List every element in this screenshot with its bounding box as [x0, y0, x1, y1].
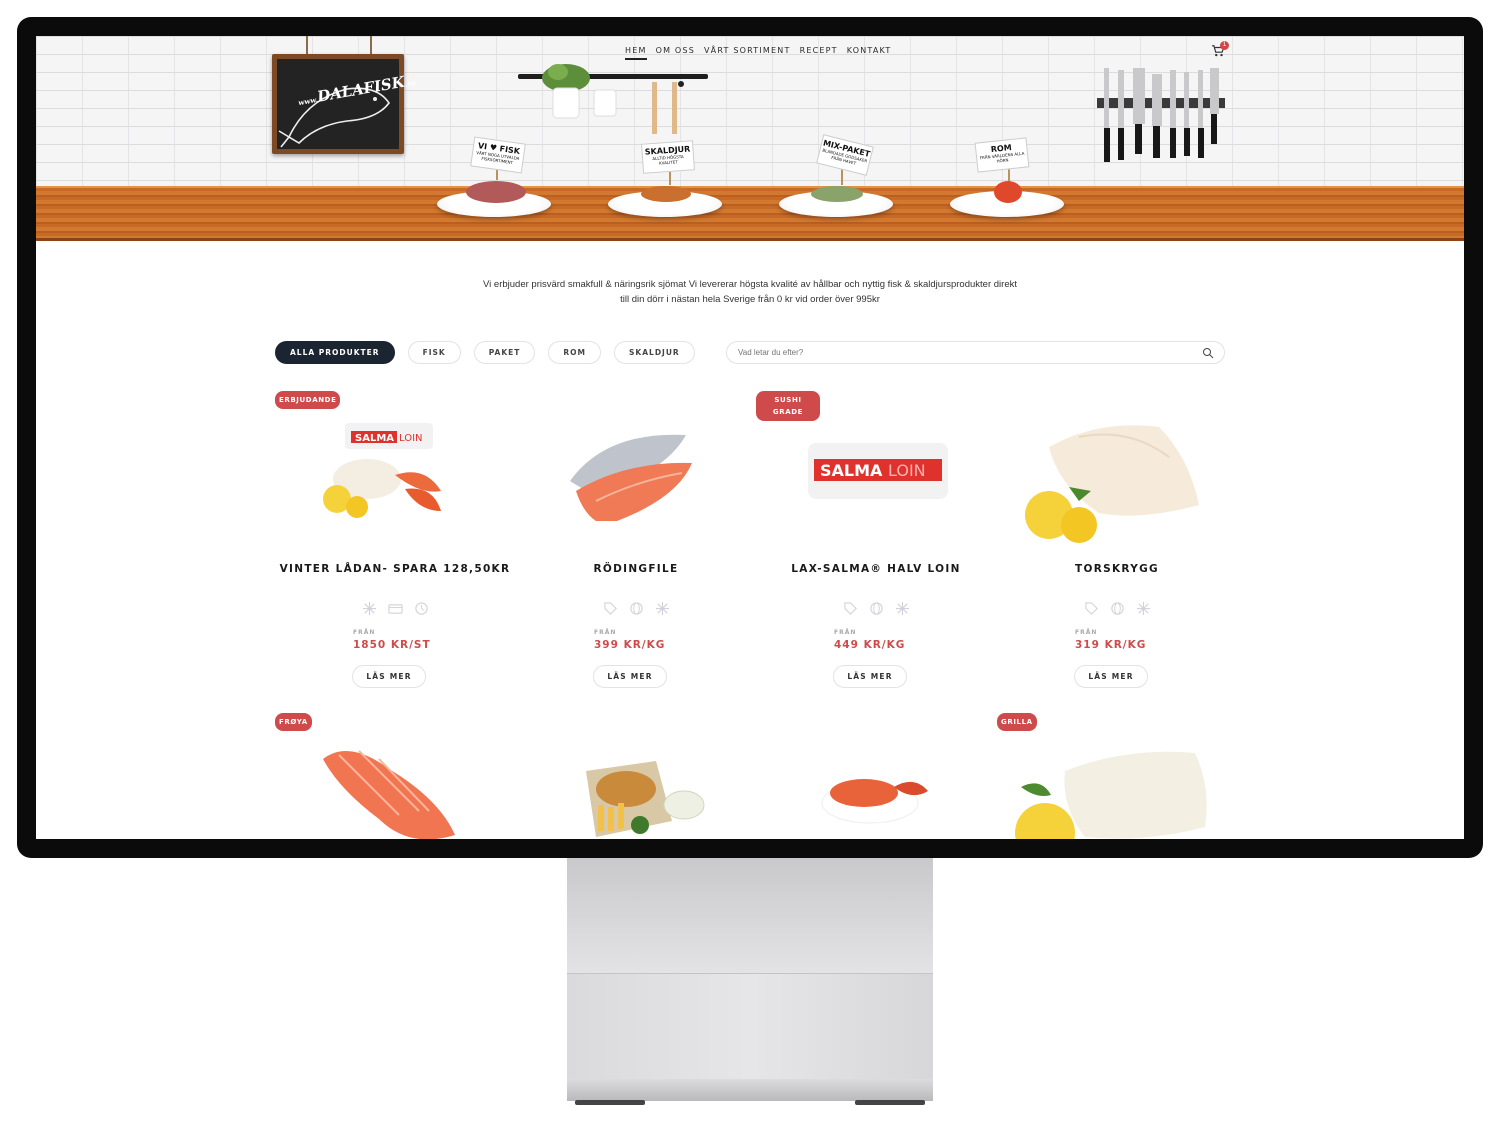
knives-icon — [1104, 68, 1219, 162]
read-more-button[interactable]: LÄS MER — [833, 665, 907, 688]
stand-edge — [567, 1079, 933, 1101]
read-more-button[interactable]: LÄS MER — [1074, 665, 1148, 688]
tag-icon — [1084, 601, 1099, 616]
fish-dish — [466, 181, 526, 203]
monitor-stand-neck — [567, 858, 933, 973]
nav-item-vart-sortiment[interactable]: VÅRT SORTIMENT — [704, 46, 791, 60]
product-image-rodingfile — [570, 434, 692, 521]
search-icon[interactable] — [1202, 347, 1214, 359]
product-feature-icons — [275, 601, 515, 616]
product-image-grill-fish — [1015, 751, 1207, 839]
product-feature-icons — [997, 601, 1237, 616]
clock-icon — [414, 601, 429, 616]
filter-rom[interactable]: ROM — [548, 341, 602, 364]
intro-line-1: Vi erbjuder prisvärd smakfull & näringsr… — [483, 279, 1017, 290]
product-image-salmon-loin — [323, 750, 455, 839]
wooden-counter — [36, 188, 1464, 241]
intro-text: Vi erbjuder prisvärd smakfull & näringsr… — [36, 277, 1464, 307]
intro-line-2: till din dörr i nästan hela Sverige från… — [620, 294, 880, 305]
product-image-shrimp-bowl — [821, 779, 928, 824]
globe-icon — [1110, 601, 1125, 616]
tag-icon — [843, 601, 858, 616]
product-title[interactable]: LAX-SALMA® HALV LOIN — [756, 563, 996, 575]
main-navigation: HEM OM OSS VÅRT SORTIMENT RECEPT KONTAKT — [625, 46, 891, 60]
nav-item-kontakt[interactable]: KONTAKT — [847, 46, 892, 60]
product-title[interactable]: RÖDINGFILE — [516, 563, 756, 575]
sign-fisk: VI ♥ FISK VÅRT NOGA UTVALDA FISKSORTIMENT — [470, 136, 526, 174]
product-title[interactable]: TORSKRYGG — [997, 563, 1237, 575]
globe-icon — [629, 601, 644, 616]
chalkboard-logo[interactable]: www.DALAFISK.se — [272, 54, 416, 154]
sign-subtitle: FRÅN VÄRLDENS ALLA HÖRN — [979, 150, 1025, 164]
browser-viewport: HEM OM OSS VÅRT SORTIMENT RECEPT KONTAKT… — [36, 36, 1464, 839]
search-bar — [726, 341, 1225, 364]
nav-item-recept[interactable]: RECEPT — [800, 46, 838, 60]
product-badge: SUSHI GRADE — [756, 391, 820, 421]
ladle-icon — [652, 81, 684, 134]
mixed-dish — [811, 186, 863, 202]
cart-count-badge: 1 — [1220, 41, 1229, 50]
package-label: SALMA — [820, 461, 883, 480]
product-badge: ERBJUDANDE — [275, 391, 341, 409]
roe-dish — [994, 181, 1022, 203]
snowflake-icon — [895, 601, 910, 616]
logo-rope — [306, 36, 308, 56]
nav-item-om-oss[interactable]: OM OSS — [656, 46, 695, 60]
price-from-label: FRÅN — [1075, 629, 1098, 636]
filter-alla-produkter[interactable]: ALLA PRODUKTER — [275, 341, 395, 364]
product-price: 319 KR/KG — [1075, 639, 1147, 651]
product-price: 449 KR/KG — [834, 639, 906, 651]
category-filters: ALLA PRODUKTER FISK PAKET ROM SKALDJUR — [275, 341, 695, 364]
nav-item-hem[interactable]: HEM — [625, 46, 647, 60]
package-label-sub: LOIN — [399, 433, 423, 444]
stand-foot — [855, 1100, 925, 1105]
snowflake-icon — [362, 601, 377, 616]
product-price: 399 KR/KG — [594, 639, 666, 651]
package-label: SALMA — [355, 433, 394, 444]
filter-skaldjur[interactable]: SKALDJUR — [614, 341, 695, 364]
filter-paket[interactable]: PAKET — [473, 341, 536, 364]
logo-prefix: www. — [297, 94, 319, 108]
sign-mix-paket: MIX-PAKET BLANDADE GODSAKER FRÅN HAVET — [816, 134, 874, 176]
snowflake-icon — [655, 601, 670, 616]
hanging-pot-icon — [593, 89, 617, 117]
product-badge: GRILLA — [997, 713, 1037, 731]
price-from-label: FRÅN — [594, 629, 617, 636]
globe-icon — [869, 601, 884, 616]
read-more-button[interactable]: LÄS MER — [593, 665, 667, 688]
package-label-sub: LOIN — [888, 461, 926, 480]
snowflake-icon — [1136, 601, 1151, 616]
product-image-vinterladan: SALMA LOIN — [323, 423, 441, 518]
chalkboard-surface: www.DALAFISK.se — [277, 59, 416, 149]
tag-icon — [603, 601, 618, 616]
product-image-lax-salma: SALMA LOIN — [808, 443, 948, 499]
read-more-button[interactable]: LÄS MER — [352, 665, 426, 688]
product-image-torskrygg — [1025, 425, 1199, 543]
fish-sketch-icon — [278, 87, 390, 148]
price-from-label: FRÅN — [353, 629, 376, 636]
sign-skaldjur: SKALDJUR ALLTID HÖGSTA KVALITET — [641, 140, 695, 174]
filter-fisk[interactable]: FISK — [407, 341, 461, 364]
shellfish-dish — [641, 186, 691, 202]
herb-pot-icon — [542, 64, 590, 119]
product-image-fish-and-chips — [586, 761, 705, 837]
monitor-frame: HEM OM OSS VÅRT SORTIMENT RECEPT KONTAKT… — [17, 17, 1483, 858]
card-icon — [387, 601, 403, 616]
product-feature-icons — [516, 601, 756, 616]
product-badge: FRØYA — [275, 713, 312, 731]
stand-foot — [575, 1100, 645, 1105]
product-feature-icons — [756, 601, 996, 616]
logo-rope — [370, 36, 372, 56]
monitor-stand-base — [567, 973, 933, 1105]
price-from-label: FRÅN — [834, 629, 857, 636]
search-input[interactable] — [738, 342, 1178, 363]
logo-suffix: .se — [404, 77, 417, 89]
hero-kitchen-banner: HEM OM OSS VÅRT SORTIMENT RECEPT KONTAKT… — [36, 36, 1464, 241]
product-title[interactable]: VINTER LÅDAN- SPARA 128,50KR — [275, 563, 515, 575]
sign-rom: ROM FRÅN VÄRLDENS ALLA HÖRN — [974, 137, 1030, 173]
product-price: 1850 KR/ST — [353, 639, 431, 651]
